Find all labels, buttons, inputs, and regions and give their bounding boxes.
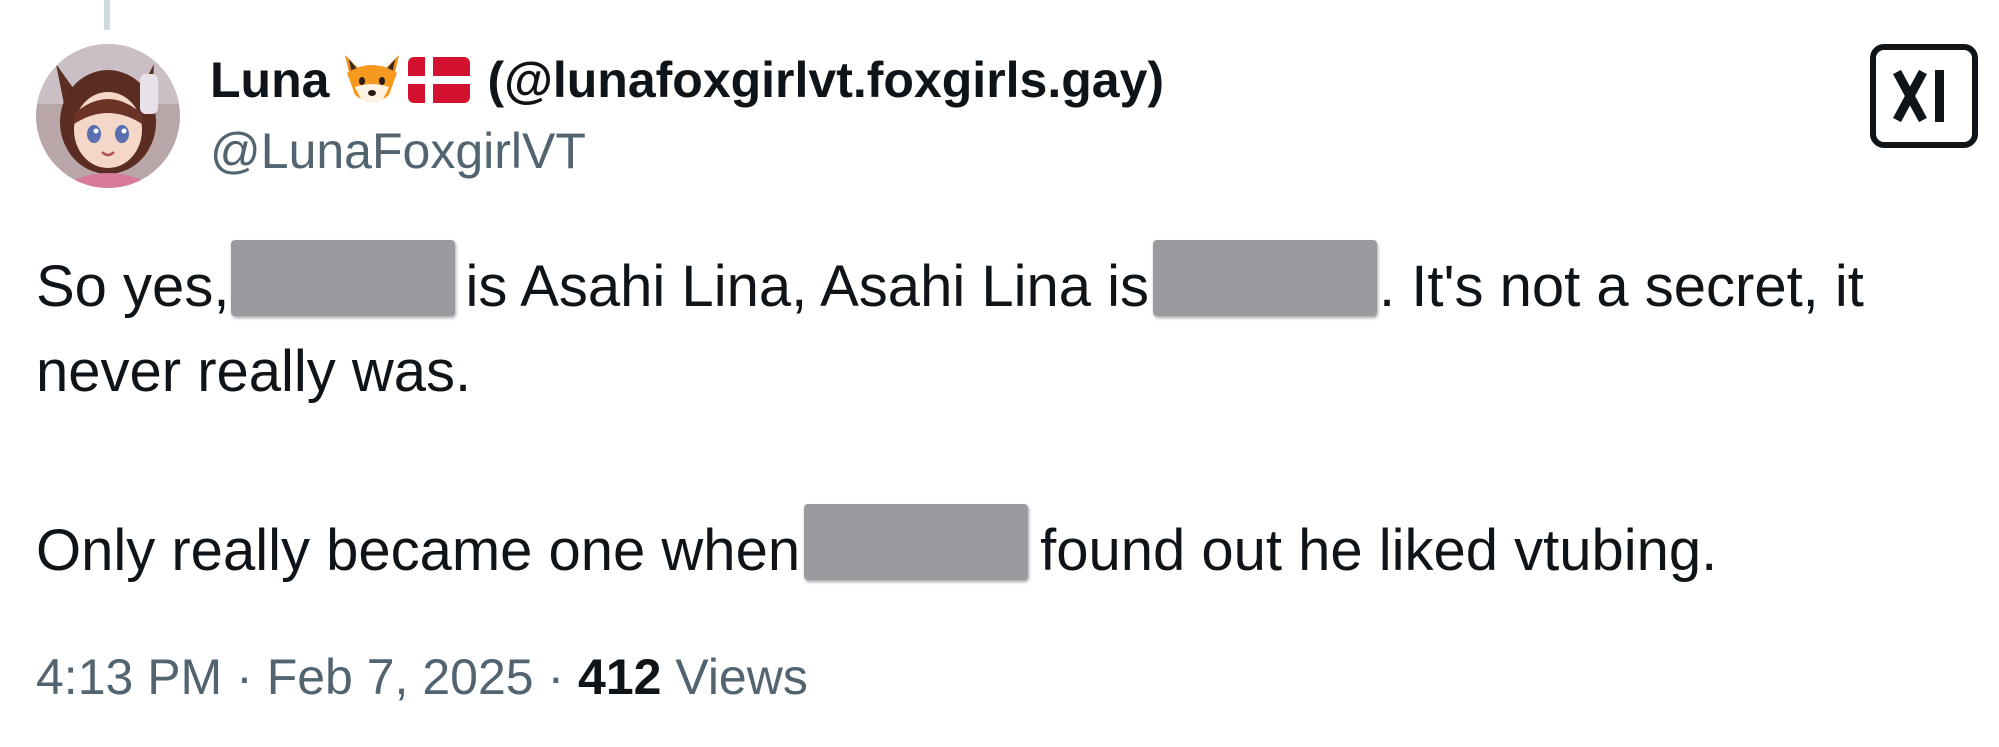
tweet-text-segment: found out he liked vtubing.	[1040, 518, 1718, 583]
tweet-line-2: never really was.	[36, 339, 472, 404]
author-alt-handle: (@lunafoxgirlvt.foxgirls.gay)	[487, 52, 1165, 108]
tweet-line-3: Only really became one when found out he …	[36, 504, 1986, 592]
redaction-box	[804, 504, 1029, 580]
author-handle[interactable]: @LunaFoxgirlVT	[210, 122, 586, 180]
separator: ·	[236, 649, 253, 705]
fox-face-emoji-icon	[345, 55, 400, 103]
views-label: Views	[675, 649, 808, 705]
thread-connector-line	[104, 0, 110, 30]
redaction-box	[231, 240, 456, 316]
tweet-metadata: 4:13 PM · Feb 7, 2025 · 412 Views	[36, 648, 808, 706]
tweet-text-segment: Only really became one when	[36, 518, 801, 583]
tweet-text-segment: is Asahi Lina, Asahi Lina is	[465, 254, 1149, 319]
tweet-line-1: So yes, is Asahi Lina, Asahi Lina is . It'…	[36, 240, 1986, 328]
author-emojis	[341, 51, 471, 109]
author-display-name[interactable]: Luna (@lunafoxgirlvt.foxgirls.gay)	[210, 50, 1164, 110]
views-count: 412	[578, 649, 662, 705]
avatar[interactable]	[36, 44, 180, 188]
x-glyph-icon	[1893, 69, 1944, 123]
x-logo-icon[interactable]	[1870, 44, 1978, 148]
tweet-text-segment: . It's not a secret, it	[1378, 254, 1864, 319]
author-name: Luna	[210, 52, 330, 108]
tweet-date[interactable]: Feb 7, 2025	[267, 649, 534, 705]
tweet-time[interactable]: 4:13 PM	[36, 649, 222, 705]
denmark-flag-icon	[408, 57, 471, 103]
redaction-box	[1152, 240, 1377, 316]
avatar-image	[36, 44, 180, 188]
tweet-text: So yes, is Asahi Lina, Asahi Lina is . It'…	[36, 240, 1986, 592]
tweet-text-segment: So yes,	[36, 254, 230, 319]
separator: ·	[547, 649, 565, 705]
